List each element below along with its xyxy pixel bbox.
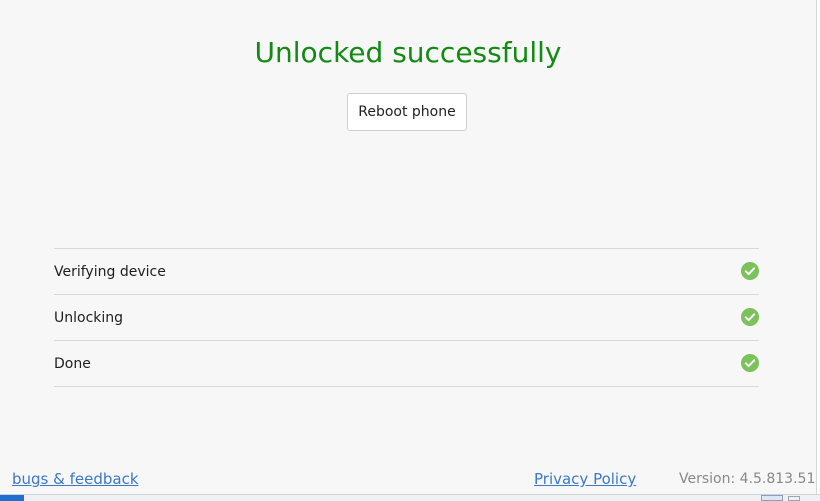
step-done: Done (54, 341, 759, 387)
tray-button[interactable] (788, 496, 800, 501)
step-label: Unlocking (54, 310, 124, 326)
reboot-phone-button[interactable]: Reboot phone (347, 93, 467, 131)
check-circle-icon (741, 354, 759, 372)
version-label: Version: 4.5.813.51 (679, 471, 816, 487)
page-title: Unlocked successfully (254, 36, 562, 69)
step-label: Done (54, 356, 91, 372)
app-window: Unlocked successfully Reboot phone Verif… (0, 0, 817, 494)
check-circle-icon (741, 262, 759, 280)
bugs-feedback-link[interactable]: bugs & feedback (12, 469, 139, 489)
step-label: Verifying device (54, 264, 166, 280)
tray-button[interactable] (761, 495, 783, 501)
step-unlocking: Unlocking (54, 295, 759, 341)
step-verifying-device: Verifying device (54, 249, 759, 295)
start-button[interactable] (0, 495, 24, 501)
check-circle-icon (741, 308, 759, 326)
progress-steps-list: Verifying device Unlocking Done (54, 248, 759, 387)
privacy-policy-link[interactable]: Privacy Policy (534, 469, 636, 489)
